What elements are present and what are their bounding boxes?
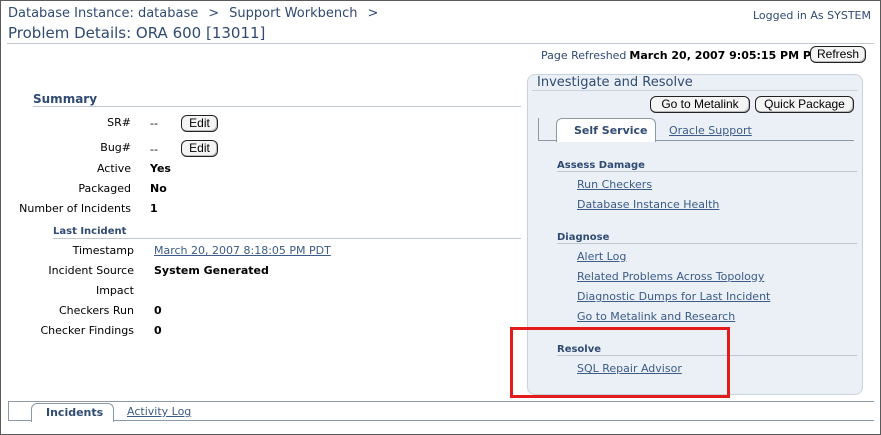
go-to-metalink-research-link[interactable]: Go to Metalink and Research xyxy=(577,310,735,323)
tab-incidents-label: Incidents xyxy=(46,406,104,419)
quick-package-button[interactable]: Quick Package xyxy=(755,96,854,113)
breadcrumb: Database Instance: database > Support Work… xyxy=(8,6,388,21)
diagnose-divider xyxy=(557,243,857,244)
active-value: Yes xyxy=(150,162,171,175)
tab-incidents[interactable]: Incidents xyxy=(31,403,114,422)
diagnose-heading: Diagnose xyxy=(557,232,610,243)
incident-source-value: System Generated xyxy=(154,264,269,277)
bottom-tab-baseline xyxy=(8,420,874,421)
alert-log-link[interactable]: Alert Log xyxy=(577,250,626,263)
packaged-label: Packaged xyxy=(78,182,131,195)
checkers-run-value: 0 xyxy=(154,304,162,317)
number-of-incidents-label: Number of Incidents xyxy=(19,202,131,215)
bug-label: Bug# xyxy=(100,141,131,154)
tab-self-service[interactable]: Self Service xyxy=(556,118,656,142)
assess-damage-divider xyxy=(557,171,857,172)
diagnostic-dumps-link[interactable]: Diagnostic Dumps for Last Incident xyxy=(577,290,770,303)
page-refreshed-timestamp: March 20, 2007 9:05:15 PM PDT xyxy=(629,49,828,62)
impact-label: Impact xyxy=(95,284,134,297)
checker-findings-label: Checker Findings xyxy=(40,324,134,337)
bottom-tab-edge xyxy=(8,401,9,421)
incident-source-label: Incident Source xyxy=(48,264,134,277)
page-refreshed-status: Page Refreshed March 20, 2007 9:05:15 PM … xyxy=(541,49,828,62)
tab-oracle-support[interactable]: Oracle Support xyxy=(669,124,752,137)
breadcrumb-separator: > xyxy=(367,6,379,21)
title-divider xyxy=(7,43,874,44)
breadcrumb-support-workbench[interactable]: Support Workbench xyxy=(229,6,357,21)
summary-divider xyxy=(33,106,521,107)
bottom-tab-topline xyxy=(8,401,874,402)
checkers-run-label: Checkers Run xyxy=(58,304,134,317)
breadcrumb-database-instance[interactable]: Database Instance: database xyxy=(8,6,198,21)
investigate-resolve-heading: Investigate and Resolve xyxy=(537,75,693,90)
panel-tab-edge xyxy=(538,118,539,141)
breadcrumb-separator: > xyxy=(208,6,220,21)
sr-value: -- xyxy=(150,117,158,130)
edit-sr-button[interactable]: Edit xyxy=(181,115,218,132)
last-incident-divider xyxy=(53,238,521,239)
active-label: Active xyxy=(96,162,131,175)
checker-findings-value: 0 xyxy=(154,324,162,337)
sr-label: SR# xyxy=(107,116,131,129)
packaged-value: No xyxy=(150,182,167,195)
assess-damage-heading: Assess Damage xyxy=(557,160,645,171)
edit-bug-button[interactable]: Edit xyxy=(181,140,218,157)
go-to-metalink-button[interactable]: Go to Metalink xyxy=(650,96,750,113)
refresh-button[interactable]: Refresh xyxy=(810,46,866,63)
logged-in-label: Logged in As SYSTEM xyxy=(753,9,871,22)
database-instance-health-link[interactable]: Database Instance Health xyxy=(577,198,719,211)
panel-heading-divider xyxy=(532,90,858,91)
page-title: Problem Details: ORA 600 [13011] xyxy=(8,24,266,42)
related-problems-link[interactable]: Related Problems Across Topology xyxy=(577,270,764,283)
highlight-box xyxy=(510,327,730,398)
bug-value: -- xyxy=(150,143,158,156)
run-checkers-link[interactable]: Run Checkers xyxy=(577,178,652,191)
number-of-incidents-value: 1 xyxy=(150,202,158,215)
tab-self-service-label: Self Service xyxy=(574,124,648,137)
timestamp-label: Timestamp xyxy=(72,244,134,257)
page-refreshed-label: Page Refreshed xyxy=(541,49,627,62)
last-incident-heading: Last Incident xyxy=(53,226,127,237)
summary-heading: Summary xyxy=(33,92,98,106)
tab-activity-log[interactable]: Activity Log xyxy=(127,405,191,418)
timestamp-link[interactable]: March 20, 2007 8:18:05 PM PDT xyxy=(154,244,331,257)
